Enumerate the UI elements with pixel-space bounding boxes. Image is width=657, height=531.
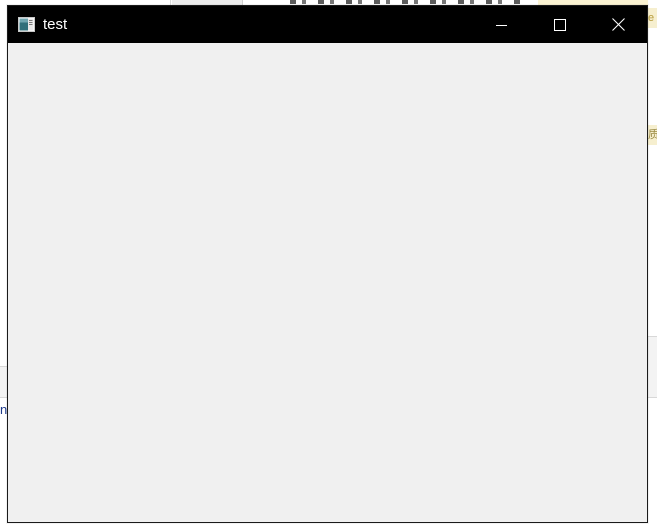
- window-title: test: [43, 16, 68, 33]
- window-client-area: [8, 43, 647, 522]
- app-window-icon[interactable]: [18, 17, 35, 32]
- close-icon: [611, 18, 625, 31]
- background-panel-edge: [648, 336, 657, 398]
- maximize-button[interactable]: [531, 6, 589, 43]
- maximize-icon: [554, 18, 566, 31]
- close-button[interactable]: [589, 6, 647, 43]
- minimize-button[interactable]: [473, 6, 531, 43]
- background-text-fragment: e: [648, 8, 657, 28]
- background-text-fragment: [290, 0, 520, 4]
- minimize-icon: [496, 19, 508, 31]
- app-window: test: [7, 5, 648, 523]
- background-text-fragment: 质: [648, 125, 657, 145]
- window-titlebar[interactable]: test: [8, 6, 647, 43]
